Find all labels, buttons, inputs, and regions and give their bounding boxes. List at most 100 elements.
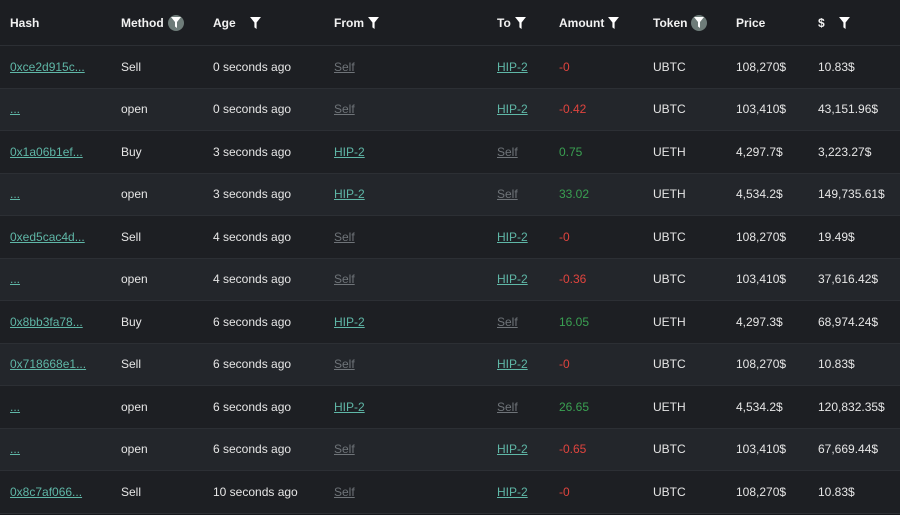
cell-usd: 149,735.61$ — [808, 187, 900, 201]
filter-icon[interactable] — [249, 16, 261, 29]
cell-price: 4,297.7$ — [726, 145, 808, 159]
usd-value: 67,669.44$ — [818, 442, 879, 457]
from-link[interactable]: HIP-2 — [334, 187, 365, 201]
header-label: Token — [653, 15, 688, 30]
from-link[interactable]: Self — [334, 272, 355, 286]
method-value: open — [121, 272, 148, 287]
cell-from: Self — [324, 442, 487, 456]
cell-usd: 43,151.96$ — [808, 102, 900, 116]
to-link[interactable]: Self — [497, 145, 518, 159]
amount-value: -0.36 — [559, 272, 587, 287]
usd-value: 120,832.35$ — [818, 399, 885, 414]
cell-method: Sell — [111, 357, 203, 371]
from-link[interactable]: Self — [334, 357, 355, 371]
from-link[interactable]: Self — [334, 60, 355, 74]
to-link[interactable]: HIP-2 — [497, 60, 528, 74]
header-age: Age — [203, 16, 324, 30]
table-row: 0xce2d915c... Sell 0 seconds ago Self HIP-2 -… — [0, 46, 900, 89]
cell-age: 3 seconds ago — [203, 145, 324, 159]
hash-link[interactable]: ... — [10, 187, 20, 201]
token-value: UBTC — [653, 229, 686, 244]
from-link[interactable]: HIP-2 — [334, 145, 365, 159]
age-value: 6 seconds ago — [213, 314, 292, 329]
header-label: From — [334, 15, 364, 30]
from-link[interactable]: Self — [334, 102, 355, 116]
header-usd: $ — [808, 16, 900, 30]
hash-link[interactable]: 0x8c7af066... — [10, 485, 82, 499]
cell-to: HIP-2 — [487, 230, 549, 244]
cell-price: 103,410$ — [726, 442, 808, 456]
cell-hash: ... — [0, 102, 111, 116]
cell-token: UBTC — [643, 272, 726, 286]
filter-icon[interactable] — [691, 14, 708, 31]
filter-icon[interactable] — [608, 16, 620, 29]
age-value: 4 seconds ago — [213, 272, 292, 287]
cell-age: 10 seconds ago — [203, 485, 324, 499]
method-value: open — [121, 442, 148, 457]
cell-method: open — [111, 442, 203, 456]
from-link[interactable]: Self — [334, 485, 355, 499]
table-header: Hash Method Age From To Amount Token Pri… — [0, 0, 900, 46]
cell-token: UBTC — [643, 102, 726, 116]
age-value: 0 seconds ago — [213, 59, 292, 74]
cell-to: Self — [487, 187, 549, 201]
filter-icon[interactable] — [838, 16, 850, 29]
cell-hash: ... — [0, 272, 111, 286]
cell-price: 4,534.2$ — [726, 187, 808, 201]
hash-link[interactable]: ... — [10, 442, 20, 456]
cell-token: UBTC — [643, 230, 726, 244]
age-value: 6 seconds ago — [213, 357, 292, 372]
cell-usd: 37,616.42$ — [808, 272, 900, 286]
transactions-table: Hash Method Age From To Amount Token Pri… — [0, 0, 900, 514]
cell-hash: ... — [0, 442, 111, 456]
price-value: 108,270$ — [736, 357, 787, 372]
from-link[interactable]: Self — [334, 442, 355, 456]
to-link[interactable]: Self — [497, 187, 518, 201]
filter-icon[interactable] — [368, 16, 379, 29]
to-link[interactable]: HIP-2 — [497, 485, 528, 499]
filter-icon[interactable] — [167, 14, 184, 31]
table-row: ... open 0 seconds ago Self HIP-2 -0.42 UBTC 10… — [0, 88, 900, 131]
hash-link[interactable]: ... — [10, 272, 20, 286]
header-label: $ — [818, 15, 825, 30]
method-value: Buy — [121, 314, 142, 329]
method-value: Buy — [121, 144, 142, 159]
hash-link[interactable]: 0x1a06b1ef... — [10, 145, 83, 159]
cell-usd: 10.83$ — [808, 485, 900, 499]
table-row: ... open 4 seconds ago Self HIP-2 -0.36 UBTC 10… — [0, 258, 900, 301]
cell-method: open — [111, 400, 203, 414]
cell-age: 6 seconds ago — [203, 400, 324, 414]
from-link[interactable]: HIP-2 — [334, 400, 365, 414]
hash-link[interactable]: 0xed5cac4d... — [10, 230, 85, 244]
price-value: 103,410$ — [736, 102, 787, 117]
amount-value: -0 — [559, 229, 570, 244]
cell-usd: 3,223.27$ — [808, 145, 900, 159]
hash-link[interactable]: 0x718668e1... — [10, 357, 86, 371]
amount-value: -0 — [559, 59, 570, 74]
hash-link[interactable]: ... — [10, 400, 20, 414]
method-value: open — [121, 399, 148, 414]
price-value: 103,410$ — [736, 442, 787, 457]
to-link[interactable]: HIP-2 — [497, 442, 528, 456]
to-link[interactable]: HIP-2 — [497, 102, 528, 116]
to-link[interactable]: Self — [497, 315, 518, 329]
amount-value: -0.65 — [559, 442, 587, 457]
cell-method: open — [111, 272, 203, 286]
hash-link[interactable]: ... — [10, 102, 20, 116]
method-value: Sell — [121, 59, 142, 74]
cell-age: 0 seconds ago — [203, 60, 324, 74]
hash-link[interactable]: 0xce2d915c... — [10, 60, 85, 74]
from-link[interactable]: Self — [334, 230, 355, 244]
to-link[interactable]: HIP-2 — [497, 230, 528, 244]
to-link[interactable]: Self — [497, 400, 518, 414]
age-value: 4 seconds ago — [213, 229, 292, 244]
to-link[interactable]: HIP-2 — [497, 272, 528, 286]
to-link[interactable]: HIP-2 — [497, 357, 528, 371]
hash-link[interactable]: 0x8bb3fa78... — [10, 315, 83, 329]
filter-icon[interactable] — [514, 16, 526, 29]
from-link[interactable]: HIP-2 — [334, 315, 365, 329]
usd-value: 10.83$ — [818, 357, 855, 372]
table-body: 0xce2d915c... Sell 0 seconds ago Self HIP-2 -… — [0, 46, 900, 514]
cell-usd: 10.83$ — [808, 60, 900, 74]
cell-token: UETH — [643, 400, 726, 414]
